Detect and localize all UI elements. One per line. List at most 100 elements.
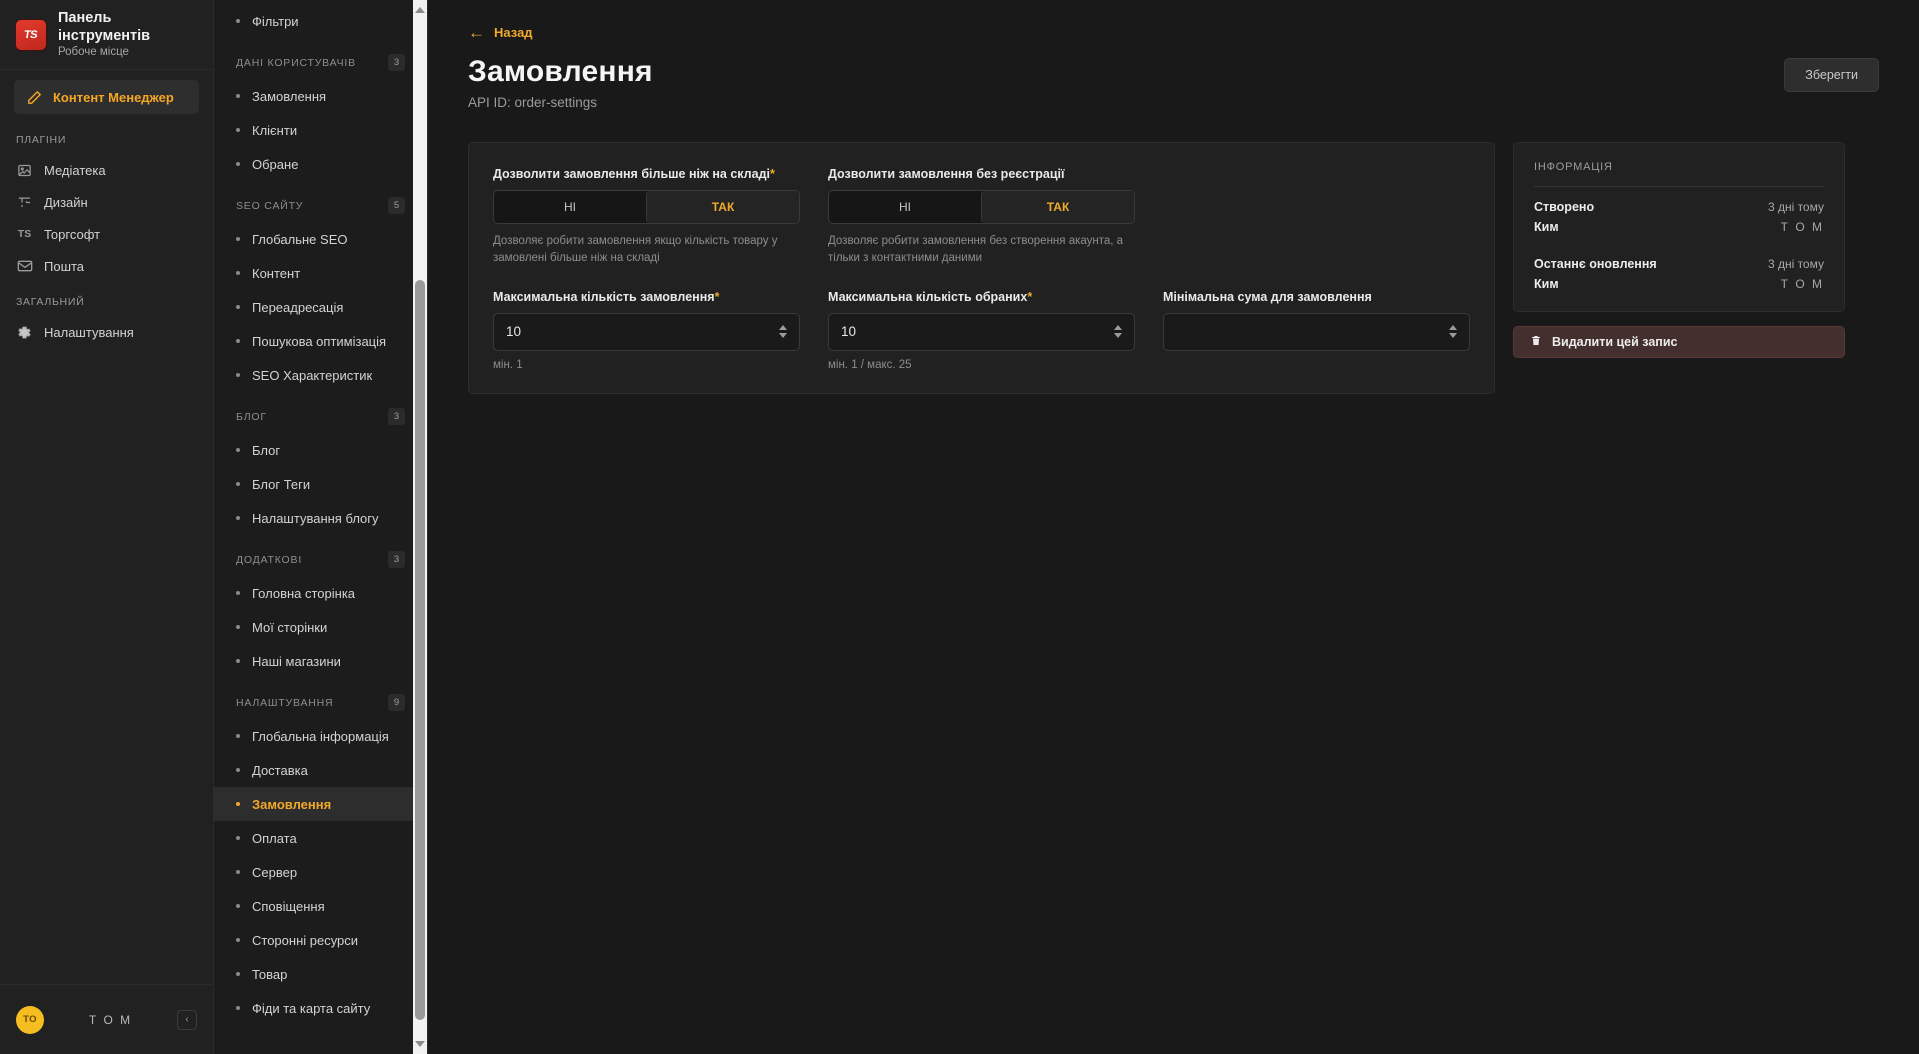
primary-sidebar: TS Панель інструментів Робоче місце Конт… [0,0,214,1054]
nav-item-delivery[interactable]: Доставка [214,753,427,787]
bullet-icon [236,1006,240,1010]
nav-item-third-party[interactable]: Сторонні ресурси [214,923,427,957]
nav-section-badge: 3 [388,551,405,568]
field-allow-overstock: Дозволити замовлення більше ніж на склад… [493,167,800,268]
brand-header[interactable]: TS Панель інструментів Робоче місце [0,0,213,70]
bullet-icon [236,802,240,806]
app-logo-icon: TS [16,19,46,50]
delete-record-button[interactable]: Видалити цей запис [1513,326,1845,358]
bullet-icon [236,305,240,309]
nav-item-blog-settings[interactable]: Налаштування блогу [214,501,427,535]
toggle-option-yes[interactable]: ТАК [981,191,1134,223]
sidebar-item-mail[interactable]: Пошта [0,250,213,282]
avatar[interactable]: ТО [16,1005,44,1034]
nav-item-seo-characteristics[interactable]: SEO Характеристик [214,358,427,392]
nav-item-payment[interactable]: Оплата [214,821,427,855]
input-max-order-qty[interactable]: 10 [493,312,800,351]
ts-icon: TS [17,228,32,240]
sidebar-item-label: Торгсофт [44,226,101,242]
field-label: Дозволити замовлення більше ніж на склад… [493,167,800,181]
stepper-icon[interactable] [1114,325,1122,338]
info-row: Створено 3 дні тому [1534,200,1824,214]
scroll-down-arrow-icon[interactable] [413,1036,427,1052]
nav-item-redirects[interactable]: Переадресація [214,290,427,324]
nav-item-label: Оплата [252,830,297,846]
nav-item-product[interactable]: Товар [214,957,427,991]
back-button[interactable]: ← Назад [468,24,533,41]
field-max-favorites-qty: Максимальна кількість обраних* 10 мін. 1… [828,290,1135,371]
nav-item-notifications[interactable]: Сповіщення [214,889,427,923]
nav-item-blog[interactable]: Блог [214,433,427,467]
nav-section-header: НАЛАШТУВАННЯ 9 [214,678,427,719]
sidebar-footer: ТО Т О М ‹ [0,984,213,1054]
nav-item-label: Пошукова оптимізація [252,333,387,349]
bullet-icon [236,94,240,98]
app-root: TS Панель інструментів Робоче місце Конт… [0,0,1919,1054]
sidebar-item-media-library[interactable]: Медіатека [0,154,213,186]
sidebar-item-torgsoft[interactable]: TS Торгсофт [0,218,213,250]
save-button[interactable]: Зберегти [1784,58,1879,92]
nav-item-label: Блог [252,442,281,458]
info-value: Т О М [1780,277,1824,291]
nav-item-search-optimization[interactable]: Пошукова оптимізація [214,324,427,358]
chevron-left-icon[interactable]: ‹ [177,1009,197,1030]
nav-item-server[interactable]: Сервер [214,855,427,889]
page-title: Замовлення [468,55,653,88]
nav-item-order-settings[interactable]: Замовлення [214,787,427,821]
stepper-icon[interactable] [779,325,787,338]
bullet-icon [236,659,240,663]
sidebar-item-settings[interactable]: Налаштування [0,316,213,348]
nav-item-my-pages[interactable]: Мої сторінки [214,610,427,644]
stepper-icon[interactable] [1449,325,1457,338]
input-min-order-sum[interactable] [1163,312,1470,351]
nav-item-home-page[interactable]: Головна сторінка [214,576,427,610]
nav-item-label: Замовлення [252,88,327,104]
scroll-up-arrow-icon[interactable] [413,2,427,18]
nav-item-favorites[interactable]: Обране [214,147,427,181]
sidebar-item-content-manager[interactable]: Контент Менеджер [14,80,199,114]
info-value: Т О М [1780,220,1824,234]
nav-section-badge: 3 [388,408,405,425]
nav-item-clients[interactable]: Клієнти [214,113,427,147]
nav-item-our-stores[interactable]: Наші магазини [214,644,427,678]
toggle-allow-overstock[interactable]: НІ ТАК [493,190,800,224]
toggle-option-no[interactable]: НІ [494,191,646,223]
bullet-icon [236,373,240,377]
nav-item-orders[interactable]: Замовлення [214,79,427,113]
bullet-icon [236,836,240,840]
input-max-favorites-qty[interactable]: 10 [828,312,1135,351]
field-max-order-qty: Максимальна кількість замовлення* 10 мін… [493,290,800,371]
secondary-nav-scrollbar[interactable] [413,0,427,1054]
field-label: Дозволити замовлення без реєстрації [828,167,1065,181]
scrollbar-thumb[interactable] [415,280,425,1020]
toggle-option-no[interactable]: НІ [829,191,981,223]
nav-item-label: Доставка [252,762,308,778]
nav-item-global-seo[interactable]: Глобальне SEO [214,222,427,256]
bullet-icon [236,904,240,908]
nav-item-blog-tags[interactable]: Блог Теги [214,467,427,501]
nav-item-label: Фільтри [252,13,299,29]
toggle-option-yes[interactable]: ТАК [646,191,799,223]
toggle-allow-guest[interactable]: НІ ТАК [828,190,1135,224]
nav-item-label: Сторонні ресурси [252,932,359,948]
bullet-icon [236,271,240,275]
info-key: Ким [1534,220,1559,234]
info-sidebar: ІНФОРМАЦІЯ Створено 3 дні тому Ким Т О М… [1513,142,1845,358]
nav-item-content[interactable]: Контент [214,256,427,290]
brand-subtitle: Робоче місце [58,46,129,59]
nav-item-label: Контент [252,265,301,281]
sidebar-item-design[interactable]: Дизайн [0,186,213,218]
nav-item-label: Переадресація [252,299,344,315]
nav-item-label: Наші магазини [252,653,341,669]
bullet-icon [236,482,240,486]
bullet-icon [236,734,240,738]
nav-item-global-info[interactable]: Глобальна інформація [214,719,427,753]
user-name: Т О М [88,1012,133,1027]
arrow-left-icon: ← [468,23,485,42]
bullet-icon [236,162,240,166]
nav-item-label: Блог Теги [252,476,311,492]
nav-item-filters[interactable]: Фільтри [214,4,427,38]
nav-item-label: Мої сторінки [252,619,328,635]
nav-item-feeds-sitemap[interactable]: Фіди та карта сайту [214,991,427,1025]
bullet-icon [236,339,240,343]
